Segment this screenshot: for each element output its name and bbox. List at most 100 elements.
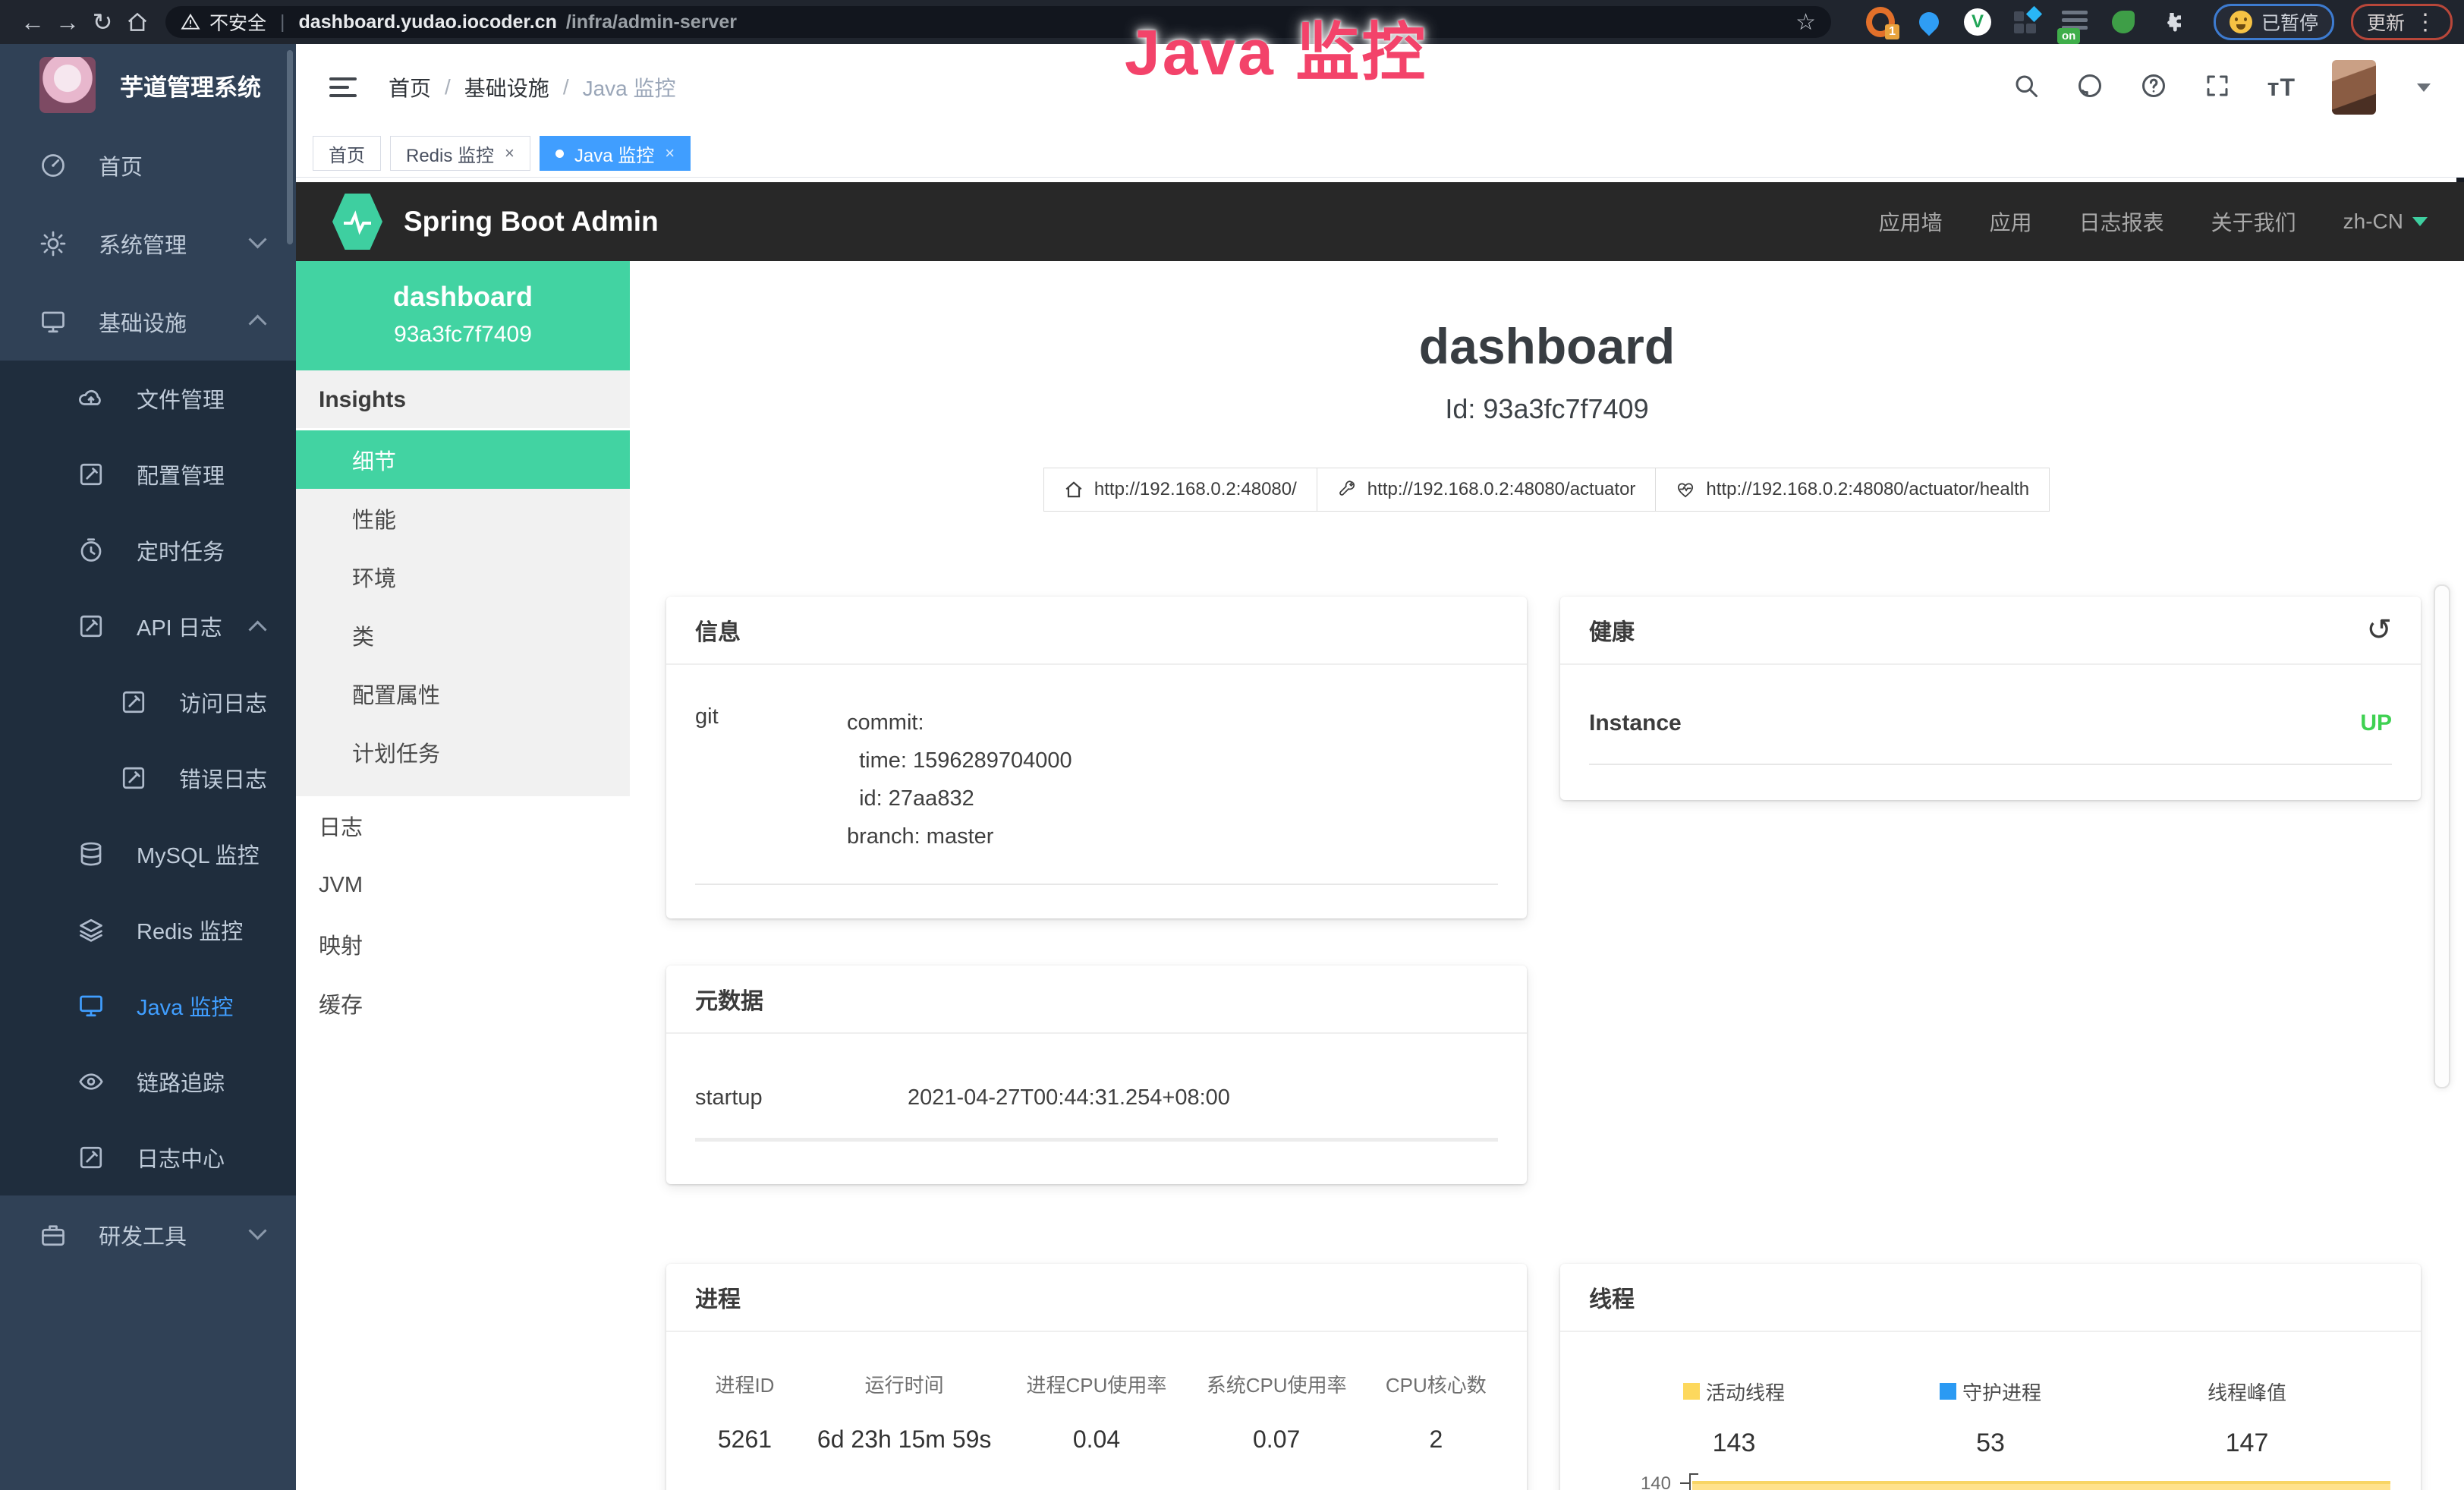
- ext-icon-switch[interactable]: on: [2060, 8, 2089, 36]
- sidebar-item-infra[interactable]: 基础设施: [0, 282, 296, 361]
- sba-item-metrics[interactable]: 性能: [296, 489, 630, 547]
- back-icon[interactable]: ←: [15, 5, 50, 39]
- sba-nav-wallboard[interactable]: 应用墙: [1879, 206, 1943, 237]
- info-git-label: git: [695, 704, 847, 856]
- bookmark-star-icon[interactable]: ☆: [1795, 9, 1816, 36]
- ext-icon-orange[interactable]: 1: [1866, 8, 1895, 36]
- chevron-down-icon: [248, 230, 266, 248]
- sba-language-select[interactable]: zh-CN: [2343, 209, 2428, 234]
- sba-item-config-props[interactable]: 配置属性: [296, 664, 630, 723]
- sidebar-item-files[interactable]: 文件管理: [0, 361, 296, 436]
- info-card: 信息 git commit: time: 1596289704000 id: 2…: [666, 597, 1527, 918]
- sba-nav-about[interactable]: 关于我们: [2211, 206, 2296, 237]
- fullscreen-icon[interactable]: [2204, 72, 2231, 103]
- process-sys-cpu-value: 0.07: [1187, 1425, 1367, 1454]
- breadcrumb: 首页 / 基础设施 / Java 监控: [389, 72, 676, 102]
- health-instance-label[interactable]: Instance: [1589, 710, 1682, 736]
- service-url-chip[interactable]: http://192.168.0.2:48080/: [1043, 468, 1317, 512]
- update-button[interactable]: 更新 ⋮: [2351, 4, 2453, 40]
- process-cores-value: 2: [1367, 1425, 1506, 1454]
- breadcrumb-home[interactable]: 首页: [389, 72, 431, 102]
- header-actions: тT: [2012, 60, 2431, 115]
- help-icon[interactable]: [2140, 72, 2167, 103]
- sidebar-item-devtools[interactable]: 研发工具: [0, 1195, 296, 1274]
- ext-icon-v[interactable]: V: [1963, 8, 1992, 36]
- security-label[interactable]: 不安全: [209, 8, 266, 36]
- metadata-card-title: 元数据: [695, 982, 763, 1016]
- browser-home-icon[interactable]: [120, 5, 155, 39]
- search-icon[interactable]: [2012, 72, 2040, 103]
- sidebar-item-access-log[interactable]: 访问日志: [0, 664, 296, 740]
- sba-item-caches[interactable]: 缓存: [296, 974, 630, 1033]
- log-icon: [120, 764, 147, 792]
- sba-sidebar: dashboard 93a3fc7f7409 Insights 细节 性能 环境…: [296, 261, 630, 1490]
- sidebar-item-error-log[interactable]: 错误日志: [0, 740, 296, 816]
- sidebar-item-api-log[interactable]: API 日志: [0, 588, 296, 664]
- breadcrumb-current: Java 监控: [583, 72, 676, 102]
- font-size-icon[interactable]: тT: [2267, 74, 2296, 102]
- ext-icon-pin[interactable]: [1915, 8, 1943, 36]
- sba-nav-journal[interactable]: 日志报表: [2079, 206, 2164, 237]
- page-scrollbar-thumb[interactable]: [2434, 584, 2450, 1088]
- avatar-caret-icon[interactable]: [2417, 83, 2431, 92]
- sidebar-item-jobs[interactable]: 定时任务: [0, 512, 296, 588]
- update-label: 更新: [2367, 8, 2405, 36]
- java-monitor-icon: [77, 992, 105, 1019]
- breadcrumb-infra[interactable]: 基础设施: [464, 72, 549, 102]
- instance-urls: http://192.168.0.2:48080/ http://192.168…: [630, 468, 2464, 512]
- v-badge-icon: V: [1964, 8, 1991, 36]
- sidebar-item-log-center[interactable]: 日志中心: [0, 1120, 296, 1195]
- address-bar[interactable]: 不安全 | dashboard.yudao.iocoder.cn/infra/a…: [165, 6, 1831, 38]
- sidebar-item-mysql[interactable]: MySQL 监控: [0, 816, 296, 892]
- cloud-upload-icon: [77, 385, 105, 412]
- reload-icon[interactable]: ↻: [85, 5, 120, 39]
- sba-item-logs[interactable]: 日志: [296, 796, 630, 855]
- y-tick-140: 140: [1578, 1473, 1671, 1490]
- sba-item-classes[interactable]: 类: [296, 606, 630, 664]
- sidebar-item-config[interactable]: 配置管理: [0, 436, 296, 512]
- sba-item-details[interactable]: 细节: [296, 430, 630, 489]
- health-url-chip[interactable]: http://192.168.0.2:48080/actuator/health: [1655, 468, 2050, 512]
- sba-brand[interactable]: Spring Boot Admin: [404, 206, 659, 238]
- sba-item-jvm[interactable]: JVM: [296, 855, 630, 915]
- paused-badge[interactable]: 已暂停: [2214, 4, 2334, 40]
- tab-redis-monitor[interactable]: Redis 监控 ×: [390, 136, 530, 171]
- sidebar-item-system[interactable]: 系统管理: [0, 204, 296, 282]
- sidebar-item-java-monitor[interactable]: Java 监控: [0, 968, 296, 1044]
- layers-icon: [77, 916, 105, 943]
- ext-icon-leaf[interactable]: [2109, 8, 2138, 36]
- ext-icon-grid[interactable]: [2012, 8, 2041, 36]
- close-icon[interactable]: ×: [505, 143, 515, 163]
- metadata-startup-label: startup: [695, 1085, 908, 1110]
- sidebar-item-redis[interactable]: Redis 监控: [0, 892, 296, 968]
- github-icon[interactable]: [2076, 72, 2104, 103]
- sba-insights-group: Insights 细节 性能 环境 类 配置属性 计划任务: [296, 370, 630, 796]
- sba-item-scheduled-tasks[interactable]: 计划任务: [296, 723, 630, 781]
- sidebar-item-tracing[interactable]: 链路追踪: [0, 1044, 296, 1120]
- history-icon[interactable]: ↺: [2366, 613, 2392, 647]
- extensions-puzzle-icon[interactable]: [2157, 8, 2186, 36]
- sba-item-mappings[interactable]: 映射: [296, 915, 630, 974]
- app-logo-block[interactable]: 芋道管理系统: [0, 44, 296, 126]
- forward-icon[interactable]: →: [50, 5, 85, 39]
- stat-daemon-threads: 守护进程 53: [1862, 1378, 2119, 1458]
- tab-home[interactable]: 首页: [313, 136, 381, 171]
- sidebar-collapse-icon[interactable]: [329, 77, 357, 97]
- browser-menu-icon[interactable]: ⋮: [2414, 9, 2437, 36]
- tab-java-monitor[interactable]: Java 监控 ×: [540, 136, 691, 171]
- sidebar-item-home[interactable]: 首页: [0, 126, 296, 204]
- spring-boot-admin-logo[interactable]: [332, 194, 382, 250]
- timer-icon: [77, 537, 105, 564]
- heart-pulse-icon: [1676, 480, 1695, 499]
- sba-item-environment[interactable]: 环境: [296, 547, 630, 606]
- threads-card-title: 线程: [1589, 1281, 1635, 1314]
- actuator-url-chip[interactable]: http://192.168.0.2:48080/actuator: [1317, 468, 1657, 512]
- sba-nav-applications[interactable]: 应用: [1990, 206, 2032, 237]
- sba-app-block[interactable]: dashboard 93a3fc7f7409: [296, 261, 630, 370]
- log-icon: [77, 1144, 105, 1171]
- close-icon[interactable]: ×: [665, 143, 675, 163]
- infra-submenu: 文件管理 配置管理 定时任务 API 日志 访问日志 错误日志: [0, 361, 296, 1195]
- sidebar-scrollbar[interactable]: [287, 50, 293, 244]
- user-avatar[interactable]: [2332, 60, 2376, 115]
- grid-icon: [2014, 10, 2038, 34]
